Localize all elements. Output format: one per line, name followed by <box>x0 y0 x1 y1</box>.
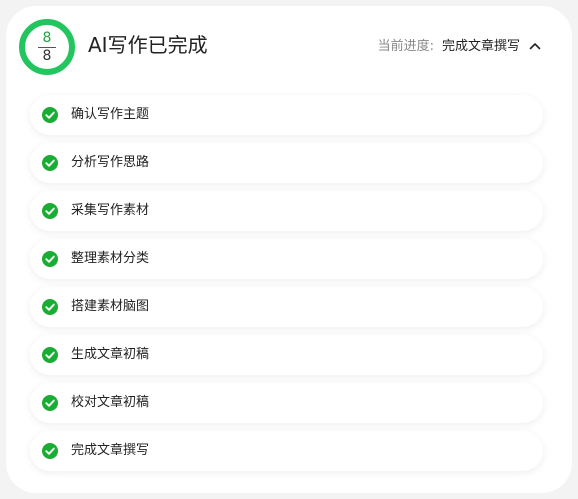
step-label: 校对文章初稿 <box>71 395 150 410</box>
step-list: 确认写作主题 分析写作思路 采集写作素材 整理素材分类 搭建素材脑图 生成文章初稿 校对文章… <box>30 95 543 479</box>
writing-progress-card: 8 8 AI写作已完成 当前进度: 完成文章撰写 确认写作主题 分析写作思路 采集写… <box>6 6 572 493</box>
step-label: 完成文章撰写 <box>71 443 150 458</box>
step-label: 搭建素材脑图 <box>71 299 150 314</box>
check-circle-icon <box>42 443 58 459</box>
step-label: 采集写作素材 <box>71 203 150 218</box>
check-circle-icon <box>42 155 58 171</box>
card-header: 8 8 AI写作已完成 当前进度: 完成文章撰写 <box>6 6 572 86</box>
step-item: 完成文章撰写 <box>30 431 543 471</box>
progress-total-count: 8 <box>42 47 52 64</box>
chevron-up-icon <box>529 43 541 50</box>
page-title: AI写作已完成 <box>88 33 208 57</box>
step-item: 采集写作素材 <box>30 191 543 231</box>
check-circle-icon <box>42 347 58 363</box>
progress-completed-count: 8 <box>42 29 52 46</box>
step-item: 整理素材分类 <box>30 239 543 279</box>
check-circle-icon <box>42 299 58 315</box>
step-label: 分析写作思路 <box>71 155 150 170</box>
step-item: 确认写作主题 <box>30 95 543 135</box>
step-label: 确认写作主题 <box>71 107 150 122</box>
check-circle-icon <box>42 107 58 123</box>
status-value: 完成文章撰写 <box>441 39 520 54</box>
step-item: 生成文章初稿 <box>30 335 543 375</box>
check-circle-icon <box>42 395 58 411</box>
check-circle-icon <box>42 251 58 267</box>
step-label: 整理素材分类 <box>71 251 150 266</box>
status-label: 当前进度: <box>377 39 434 54</box>
collapse-button[interactable] <box>528 37 542 55</box>
step-label: 生成文章初稿 <box>71 347 150 362</box>
step-item: 搭建素材脑图 <box>30 287 543 327</box>
step-item: 校对文章初稿 <box>30 383 543 423</box>
progress-ring: 8 8 <box>19 19 75 75</box>
step-item: 分析写作思路 <box>30 143 543 183</box>
check-circle-icon <box>42 203 58 219</box>
